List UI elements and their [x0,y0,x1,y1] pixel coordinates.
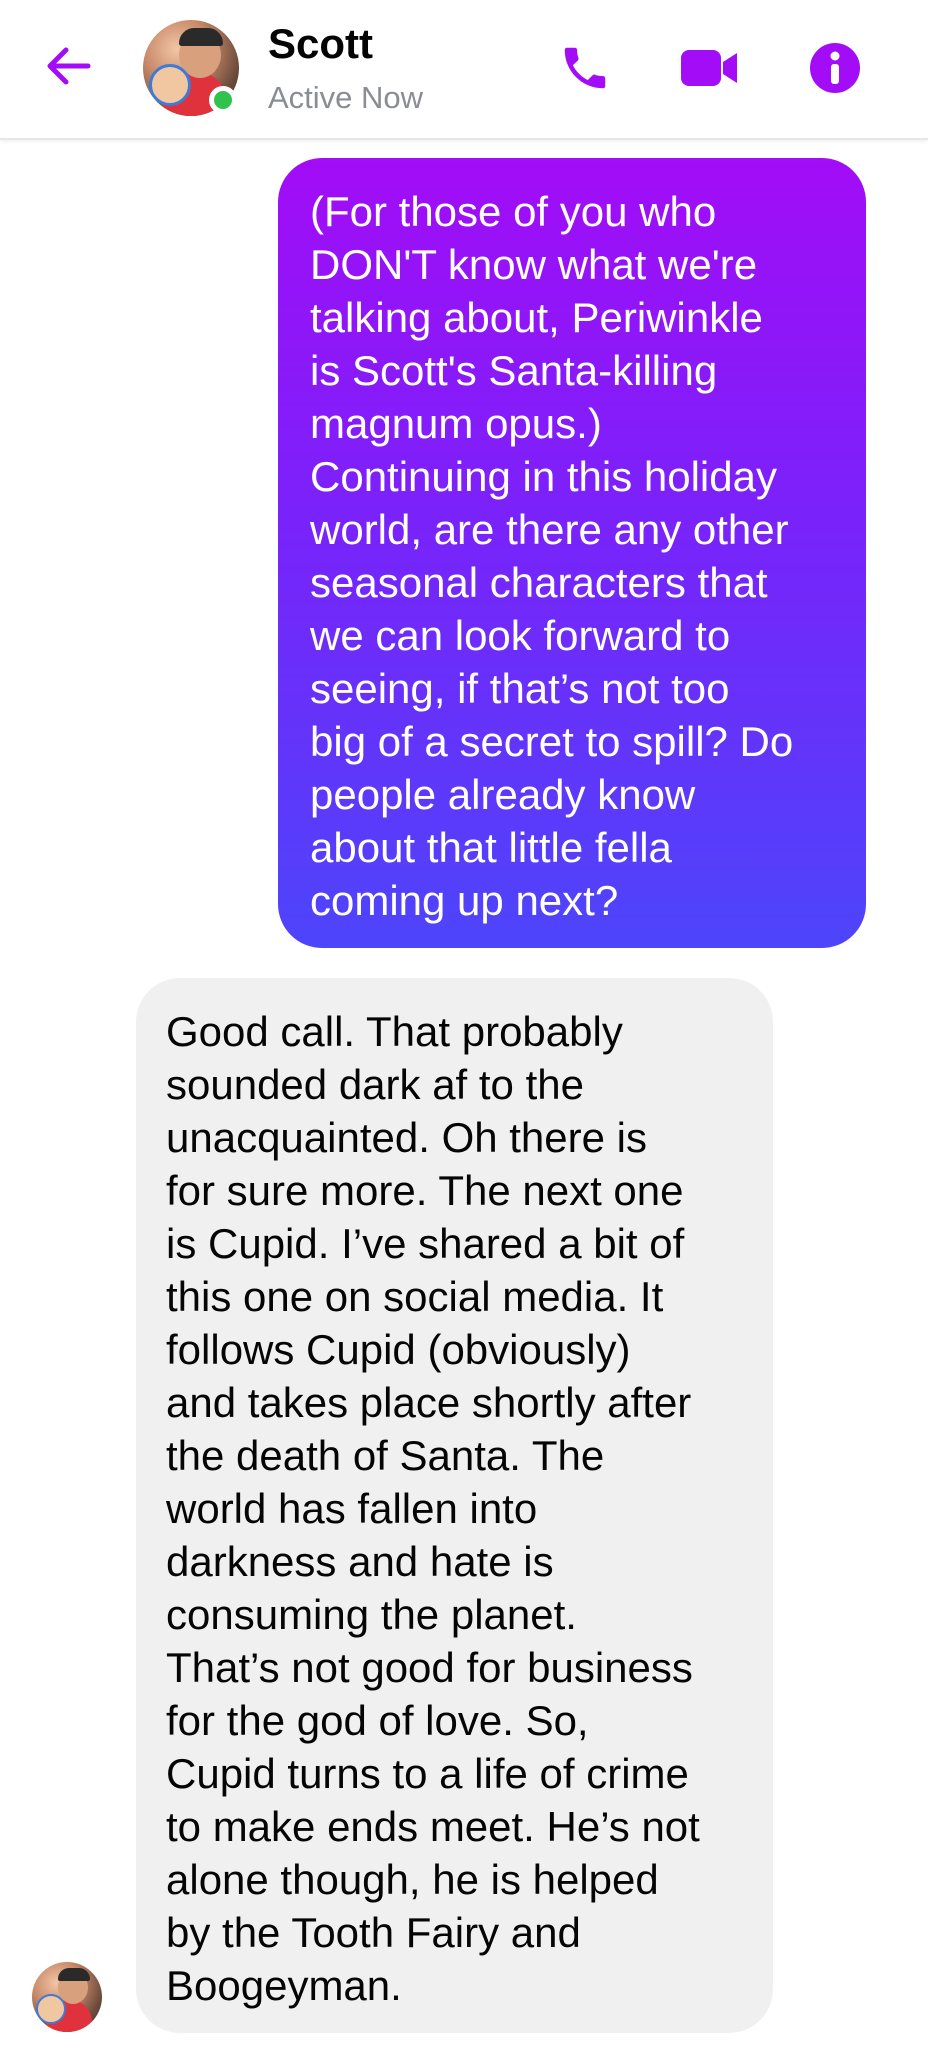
outgoing-message-bubble[interactable]: (For those of you who DON'T know what we… [278,158,866,948]
contact-avatar[interactable] [143,20,239,116]
online-status-dot [209,86,237,114]
chat-header: Scott Active Now [0,0,928,140]
incoming-message-bubble[interactable]: Good call. That probably sounded dark af… [136,978,773,2033]
info-icon [810,43,860,93]
audio-call-button[interactable] [553,36,617,100]
info-button[interactable] [803,36,867,100]
video-camera-icon [681,50,737,86]
contact-name[interactable]: Scott [268,20,373,68]
contact-status: Active Now [268,80,424,115]
phone-icon [564,47,606,89]
video-call-button[interactable] [678,36,742,100]
sender-avatar[interactable] [32,1962,102,2032]
back-button[interactable] [38,36,98,96]
back-arrow-icon [47,47,91,85]
